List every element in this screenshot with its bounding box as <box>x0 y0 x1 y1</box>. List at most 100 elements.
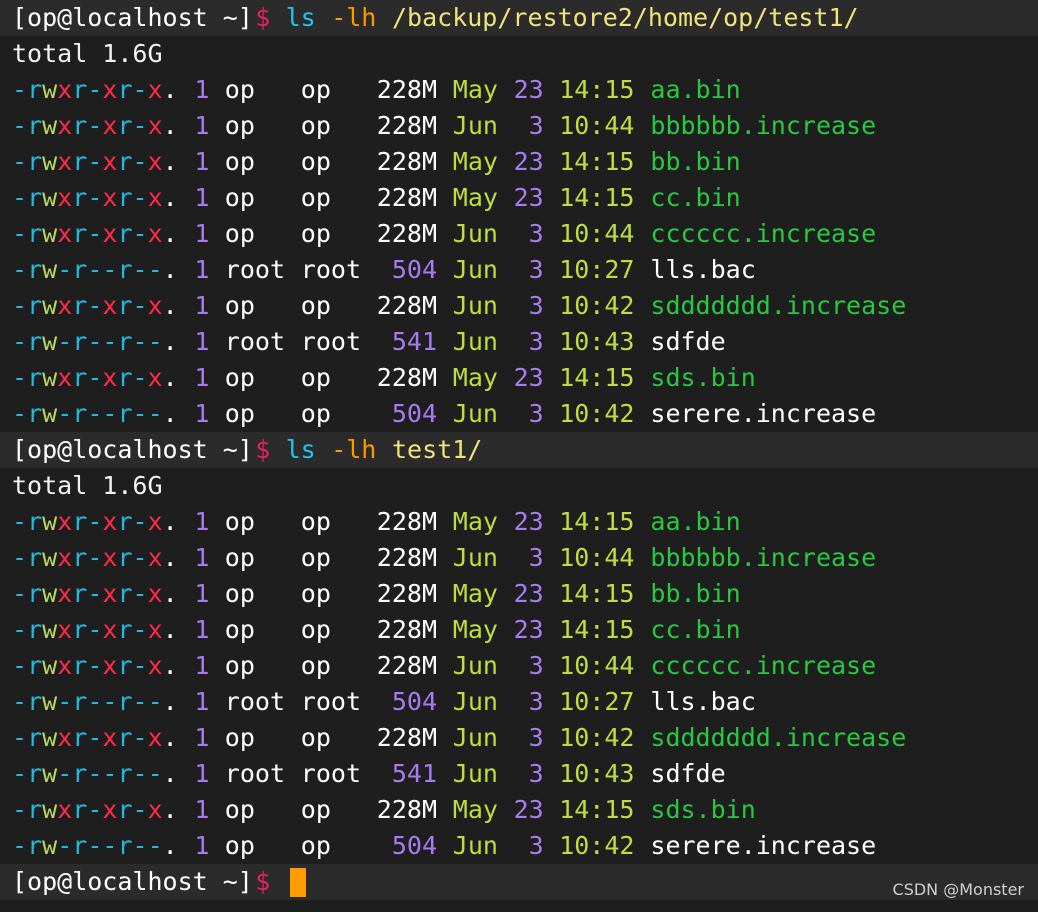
mod-time: 10:42 <box>559 831 635 860</box>
terminal-window[interactable]: [op@localhost ~] $ ls -lh/backup/restore2/h… <box>0 0 1038 912</box>
link-count: 1 <box>194 255 210 284</box>
file-row[interactable]: -rwxr-xr-x. 1 op op 228M May 23 14:15 bb.bin <box>0 144 1038 180</box>
file-name: serere.increase <box>650 831 877 860</box>
link-count: 1 <box>194 219 210 248</box>
permissions: -rw-r--r--. <box>12 399 178 428</box>
owner-group: op <box>300 75 331 104</box>
file-name: serere.increase <box>650 399 877 428</box>
link-count: 1 <box>194 723 210 752</box>
owner-group: op <box>300 723 331 752</box>
file-row[interactable]: -rwxr-xr-x. 1 op op 228M Jun 3 10:44 cccccc.inc… <box>0 216 1038 252</box>
file-name: aa.bin <box>650 75 741 104</box>
link-count: 1 <box>194 687 210 716</box>
command-argument: test1/ <box>392 435 483 464</box>
owner-user: op <box>224 795 255 824</box>
mod-day: 23 <box>513 795 544 824</box>
file-row[interactable]: -rwxr-xr-x. 1 op op 228M Jun 3 10:44 bbbbbb.inc… <box>0 108 1038 144</box>
permissions: -rwxr-xr-x. <box>12 291 178 320</box>
mod-month: Jun <box>452 219 498 248</box>
mod-month: Jun <box>452 399 498 428</box>
file-row[interactable]: -rwxr-xr-x. 1 op op 228M Jun 3 10:42 sddddddd.i… <box>0 720 1038 756</box>
owner-user: op <box>224 615 255 644</box>
file-size: 228M <box>376 363 438 392</box>
mod-day: 3 <box>513 831 544 860</box>
permissions: -rw-r--r--. <box>12 831 178 860</box>
link-count: 1 <box>194 399 210 428</box>
file-row[interactable]: -rw-r--r--. 1 root root 541 Jun 3 10:43 sdfde <box>0 324 1038 360</box>
total-line: total 1.6G <box>12 471 163 500</box>
file-size: 228M <box>376 75 438 104</box>
file-name: cccccc.increase <box>650 651 877 680</box>
prompt-line: [op@localhost ~] $ ls -lh test1/ <box>0 432 1038 468</box>
mod-day: 3 <box>513 219 544 248</box>
mod-day: 3 <box>513 327 544 356</box>
link-count: 1 <box>194 75 210 104</box>
mod-time: 14:15 <box>559 147 635 176</box>
file-row[interactable]: -rwxr-xr-x. 1 op op 228M May 23 14:15 sds.bin <box>0 360 1038 396</box>
permissions: -rw-r--r--. <box>12 687 178 716</box>
mod-time: 14:15 <box>559 507 635 536</box>
mod-time: 10:43 <box>559 759 635 788</box>
file-row[interactable]: -rw-r--r--. 1 root root 504 Jun 3 10:27 lls.ba… <box>0 252 1038 288</box>
command-flag: -lh <box>331 3 377 32</box>
link-count: 1 <box>194 291 210 320</box>
file-row[interactable]: -rw-r--r--. 1 root root 541 Jun 3 10:43 sdfde <box>0 756 1038 792</box>
file-row[interactable]: -rw-r--r--. 1 op op 504 Jun 3 10:42 serere.inc… <box>0 396 1038 432</box>
file-name: sddddddd.increase <box>650 291 907 320</box>
mod-day: 3 <box>513 651 544 680</box>
owner-user: op <box>224 219 255 248</box>
file-row[interactable]: -rwxr-xr-x. 1 op op 228M May 23 14:15 cc.bin <box>0 180 1038 216</box>
file-row[interactable]: -rwxr-xr-x. 1 op op 228M Jun 3 10:42 sddddddd.i… <box>0 288 1038 324</box>
file-size: 228M <box>376 723 438 752</box>
file-name: sddddddd.increase <box>650 723 907 752</box>
mod-month: Jun <box>452 327 498 356</box>
link-count: 1 <box>194 327 210 356</box>
mod-month: May <box>452 183 498 212</box>
link-count: 1 <box>194 111 210 140</box>
owner-group: op <box>300 795 331 824</box>
owner-group: op <box>300 147 331 176</box>
mod-month: Jun <box>452 831 498 860</box>
link-count: 1 <box>194 363 210 392</box>
file-row[interactable]: -rwxr-xr-x. 1 op op 228M May 23 14:15 aa.bin <box>0 504 1038 540</box>
owner-group: op <box>300 543 331 572</box>
file-row[interactable]: -rw-r--r--. 1 root root 504 Jun 3 10:27 lls.ba… <box>0 684 1038 720</box>
mod-day: 3 <box>513 543 544 572</box>
mod-time: 14:15 <box>559 579 635 608</box>
prompt-dollar: $ <box>255 435 271 464</box>
file-row[interactable]: -rwxr-xr-x. 1 op op 228M May 23 14:15 sds.bin <box>0 792 1038 828</box>
owner-user: op <box>224 651 255 680</box>
permissions: -rwxr-xr-x. <box>12 795 178 824</box>
file-size: 228M <box>376 507 438 536</box>
mod-time: 10:42 <box>559 723 635 752</box>
mod-day: 23 <box>513 615 544 644</box>
file-row[interactable]: -rwxr-xr-x. 1 op op 228M May 23 14:15 aa.bin <box>0 72 1038 108</box>
mod-month: Jun <box>452 111 498 140</box>
permissions: -rw-r--r--. <box>12 255 178 284</box>
mod-time: 14:15 <box>559 183 635 212</box>
owner-user: op <box>224 399 255 428</box>
file-row[interactable]: -rwxr-xr-x. 1 op op 228M Jun 3 10:44 cccccc.inc… <box>0 648 1038 684</box>
file-name: sdfde <box>650 759 726 788</box>
file-size: 228M <box>376 111 438 140</box>
text-cursor[interactable] <box>290 868 306 897</box>
permissions: -rwxr-xr-x. <box>12 507 178 536</box>
mod-time: 14:15 <box>559 75 635 104</box>
prompt-line: [op@localhost ~] $ ls -lh/backup/restore2/h… <box>0 0 1038 36</box>
file-row[interactable]: -rwxr-xr-x. 1 op op 228M May 23 14:15 bb.bin <box>0 576 1038 612</box>
mod-month: Jun <box>452 291 498 320</box>
mod-month: May <box>452 507 498 536</box>
file-row[interactable]: -rwxr-xr-x. 1 op op 228M May 23 14:15 cc.bin <box>0 612 1038 648</box>
file-row[interactable]: -rwxr-xr-x. 1 op op 228M Jun 3 10:44 bbbbbb.inc… <box>0 540 1038 576</box>
watermark: CSDN @Monster <box>892 880 1024 899</box>
mod-month: Jun <box>452 759 498 788</box>
file-size: 228M <box>376 651 438 680</box>
file-row[interactable]: -rw-r--r--. 1 op op 504 Jun 3 10:42 serere.inc… <box>0 828 1038 864</box>
owner-user: root <box>224 255 286 284</box>
file-size: 541 <box>376 327 438 356</box>
mod-day: 3 <box>513 399 544 428</box>
mod-month: Jun <box>452 687 498 716</box>
mod-time: 10:42 <box>559 291 635 320</box>
mod-time: 10:27 <box>559 687 635 716</box>
mod-time: 10:43 <box>559 327 635 356</box>
